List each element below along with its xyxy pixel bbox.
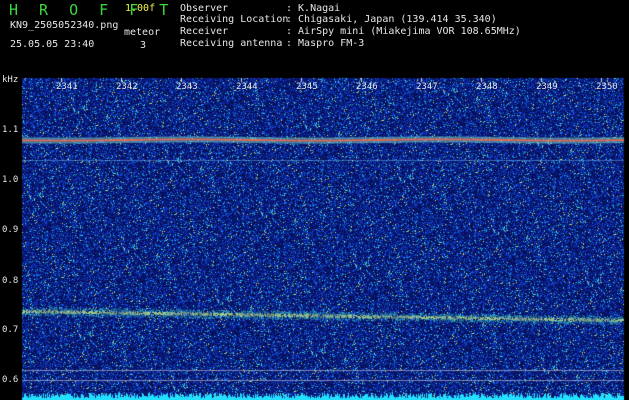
location-label: Receiving Location (180, 14, 289, 25)
timestamp-label: 25.05.05 23:40 (10, 39, 95, 50)
observer-label: Observer (180, 3, 229, 14)
x-tick-2343: 2343 (176, 82, 198, 92)
receiver-value: : AirSpy mini (Miakejima VOR 108.65MHz) (286, 26, 521, 37)
receiver-label: Receiver (180, 26, 229, 37)
location-value: : Chigasaki, Japan (139.414 35.340) (286, 14, 497, 25)
x-tick-2344: 2344 (236, 82, 258, 92)
filename-label: KN9_2505052340.png (10, 20, 119, 31)
hrofft-window: H R O F F T 1.00f KN9_2505052340.png met… (0, 0, 629, 400)
y-tick-0-8: 0.8 (2, 276, 19, 286)
version-label: 1.00f (125, 3, 156, 14)
x-tick-2350: 2350 (596, 82, 618, 92)
y-tick-0-9: 0.9 (2, 225, 19, 235)
x-tick-2342: 2342 (116, 82, 138, 92)
meteor-label: meteor (124, 27, 161, 38)
observer-value: : K.Nagai (286, 3, 341, 14)
x-tick-2341: 2341 (56, 82, 78, 92)
spectrogram-canvas (0, 70, 629, 400)
x-tick-2347: 2347 (416, 82, 438, 92)
antenna-label: Receiving antenna (180, 38, 283, 49)
y-tick-0-7: 0.7 (2, 325, 19, 335)
x-tick-2345: 2345 (296, 82, 318, 92)
x-tick-2346: 2346 (356, 82, 378, 92)
y-tick-0-6: 0.6 (2, 375, 19, 385)
y-tick-1-1: 1.1 (2, 125, 19, 135)
x-tick-2349: 2349 (536, 82, 558, 92)
x-tick-2348: 2348 (476, 82, 498, 92)
y-tick-1-0: 1.0 (2, 175, 19, 185)
antenna-value: : Maspro FM-3 (286, 38, 365, 49)
khz-unit-label: kHz (2, 75, 19, 85)
meteor-count: 3 (140, 40, 147, 51)
